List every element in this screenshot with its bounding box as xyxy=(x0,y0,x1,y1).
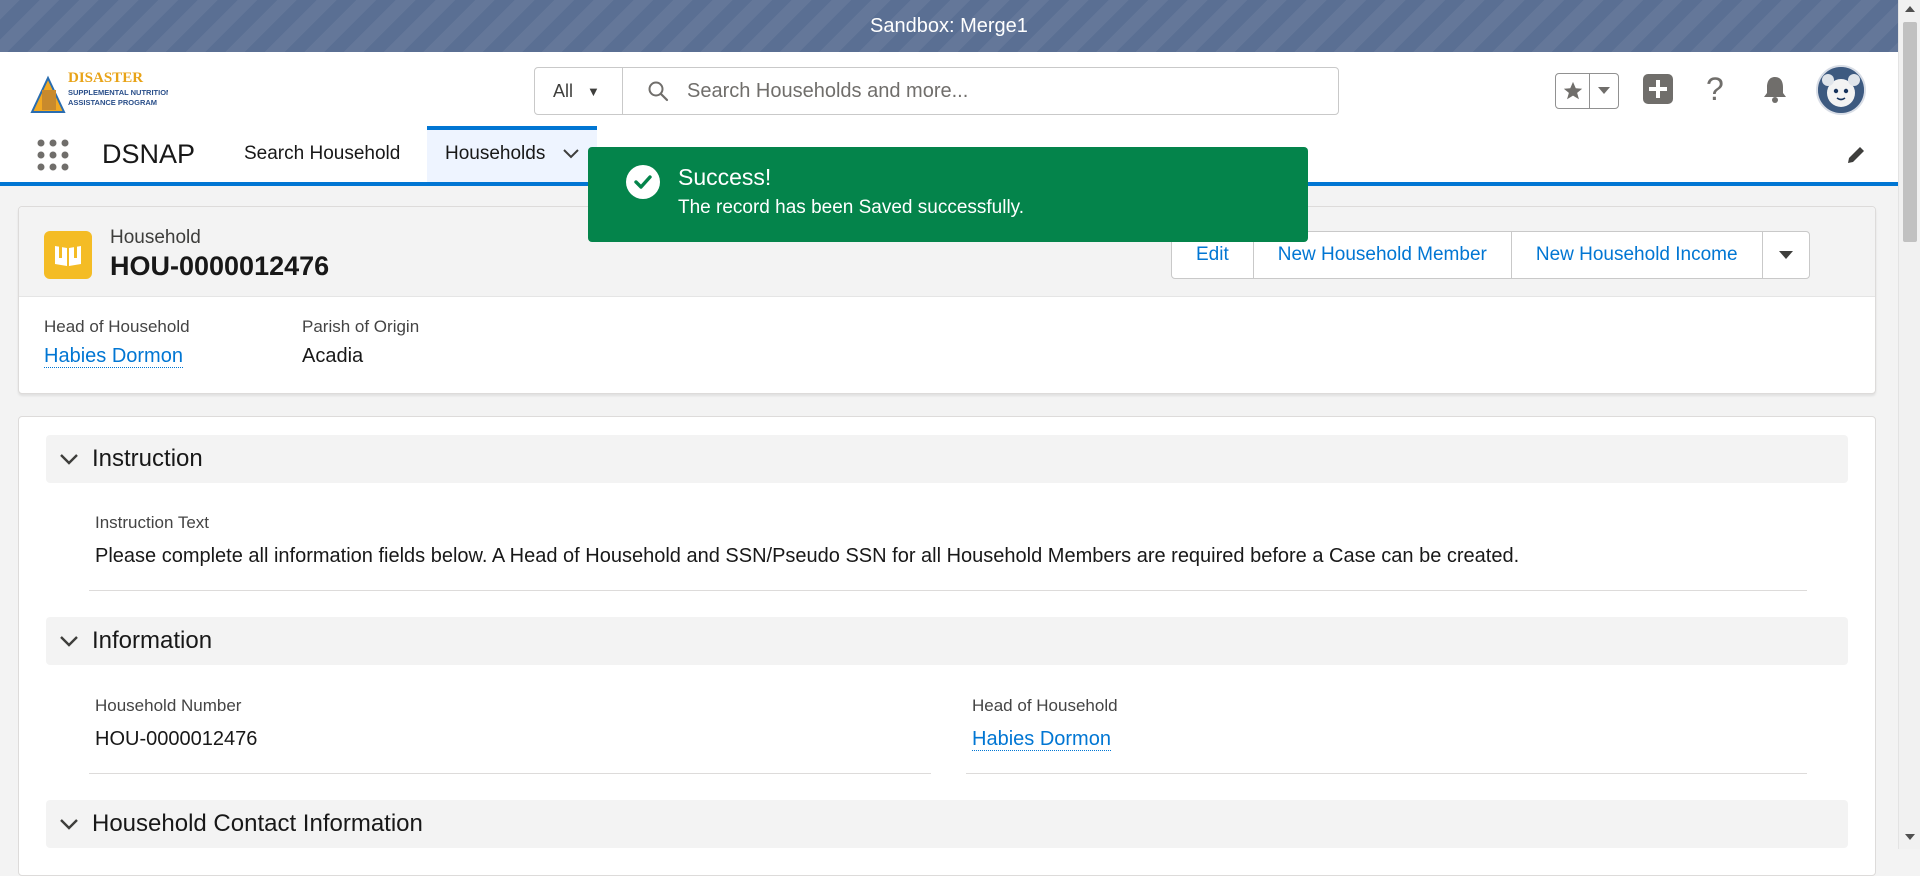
success-check-icon xyxy=(626,165,660,199)
section-header-instruction[interactable]: Instruction xyxy=(46,435,1848,483)
success-toast: Success! The record has been Saved succe… xyxy=(588,147,1308,242)
section-header-contact-information[interactable]: Household Contact Information xyxy=(46,800,1848,848)
scrollbar-thumb[interactable] xyxy=(1903,22,1917,242)
field-label: Head of Household xyxy=(44,317,190,336)
app-name: DSNAP xyxy=(102,139,196,169)
field-household-number: Household Number HOU-0000012476 xyxy=(95,696,925,751)
section-title: Information xyxy=(92,627,213,654)
field-divider xyxy=(89,773,931,774)
help-icon[interactable]: ? xyxy=(1698,71,1734,107)
section-header-information[interactable]: Information xyxy=(46,617,1848,665)
app-launcher-icon[interactable] xyxy=(36,138,70,172)
edit-nav-pencil-icon[interactable] xyxy=(1845,144,1867,166)
scroll-down-arrow-icon[interactable] xyxy=(1905,834,1915,840)
chevron-down-icon xyxy=(46,453,92,465)
svg-text:ASSISTANCE PROGRAM: ASSISTANCE PROGRAM xyxy=(68,98,157,107)
household-record-icon xyxy=(44,231,92,279)
section-title: Household Contact Information xyxy=(92,810,423,837)
household-number-value: HOU-0000012476 xyxy=(95,728,258,750)
page-scrollbar[interactable] xyxy=(1898,0,1920,849)
highlight-parish-of-origin: Parish of Origin Acadia xyxy=(302,317,419,368)
search-input[interactable] xyxy=(685,68,1325,114)
field-label: Parish of Origin xyxy=(302,317,420,336)
section-title: Instruction xyxy=(92,445,203,472)
head-of-household-link[interactable]: Habies Dormon xyxy=(972,728,1111,751)
parish-of-origin-value: Acadia xyxy=(302,345,364,367)
svg-text:DISASTER: DISASTER xyxy=(68,70,143,86)
global-search: All ▼ xyxy=(534,67,1339,115)
toast-message: The record has been Saved successfully. xyxy=(678,197,1025,218)
scroll-up-arrow-icon[interactable] xyxy=(1905,6,1915,12)
new-household-income-button[interactable]: New Household Income xyxy=(1512,232,1763,278)
bell-icon[interactable] xyxy=(1757,71,1793,107)
chevron-down-icon xyxy=(46,635,92,647)
field-label: Head of Household xyxy=(972,696,1118,715)
chevron-down-icon[interactable] xyxy=(562,131,579,179)
field-head-of-household: Head of Household Habies Dormon xyxy=(972,696,1802,751)
field-instruction-text: Instruction Text Please complete all inf… xyxy=(95,513,1815,568)
toast-title: Success! xyxy=(678,164,772,190)
field-label: Instruction Text xyxy=(95,513,210,532)
field-divider xyxy=(89,590,1807,591)
head-of-household-link[interactable]: Habies Dormon xyxy=(44,345,183,368)
highlight-head-of-household: Head of Household Habies Dormon xyxy=(44,317,190,368)
star-icon[interactable] xyxy=(1556,74,1590,108)
instruction-text-value: Please complete all information fields b… xyxy=(95,545,1520,567)
global-header: DISASTER SUPPLEMENTAL NUTRITION ASSISTAN… xyxy=(0,52,1898,126)
field-label: Household Number xyxy=(95,696,242,715)
more-actions-chevron-icon[interactable] xyxy=(1763,232,1809,278)
add-icon[interactable] xyxy=(1640,71,1676,107)
nav-item-label: Search Household xyxy=(244,143,401,164)
search-icon xyxy=(647,80,669,102)
record-detail-card: Instruction Instruction Text Please comp… xyxy=(18,416,1876,876)
record-type-label: Household xyxy=(110,227,201,248)
nav-item-search-household[interactable]: Search Household xyxy=(226,126,418,182)
nav-item-households[interactable]: Households xyxy=(427,126,597,182)
field-divider xyxy=(966,773,1807,774)
search-scope-dropdown[interactable]: All ▼ xyxy=(535,68,623,114)
sandbox-banner: Sandbox: Merge1 xyxy=(0,0,1898,52)
caret-down-icon: ▼ xyxy=(587,83,600,99)
chevron-down-icon xyxy=(46,818,92,830)
nav-item-label: Households xyxy=(445,143,546,164)
record-title: HOU-0000012476 xyxy=(110,251,330,281)
favorites-button-group xyxy=(1555,73,1619,109)
svg-text:?: ? xyxy=(1706,73,1724,105)
search-scope-label: All xyxy=(553,80,574,101)
user-avatar[interactable] xyxy=(1816,65,1866,115)
chevron-down-icon[interactable] xyxy=(1590,74,1618,108)
svg-text:SUPPLEMENTAL NUTRITION: SUPPLEMENTAL NUTRITION xyxy=(68,88,168,97)
dsnap-logo[interactable]: DISASTER SUPPLEMENTAL NUTRITION ASSISTAN… xyxy=(28,68,171,116)
